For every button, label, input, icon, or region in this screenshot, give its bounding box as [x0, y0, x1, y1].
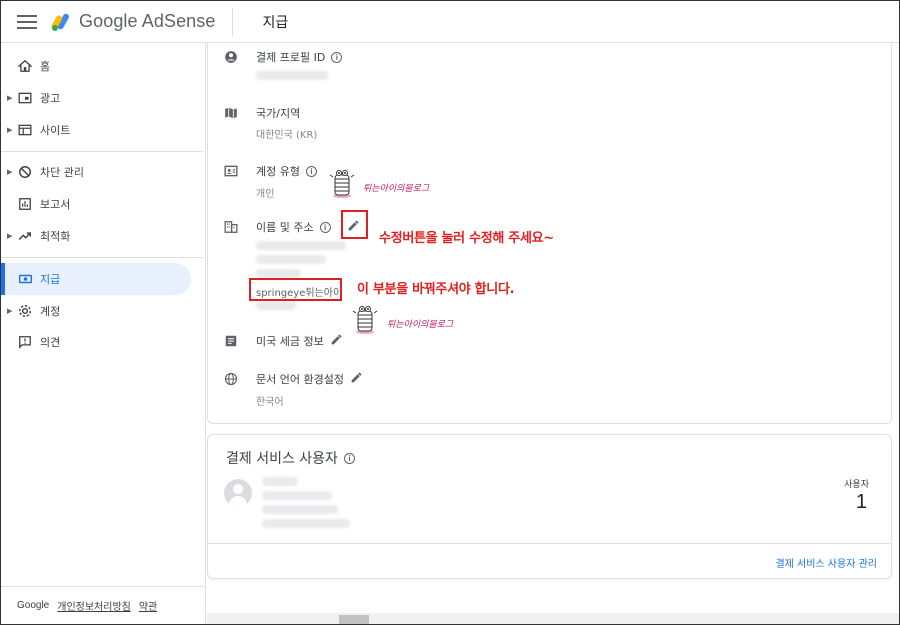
expand-caret-icon[interactable]: ▶ [7, 94, 12, 102]
field-label: 계정 유형 i [256, 163, 317, 179]
sidebar-item-ads[interactable]: ▶ 광고 [1, 83, 191, 113]
expand-caret-icon[interactable]: ▶ [7, 126, 12, 134]
country-label: 국가/지역 [256, 107, 301, 120]
sidebar-item-label: 최적화 [40, 230, 71, 243]
sidebar-item-blocking[interactable]: ▶ 차단 관리 [1, 157, 191, 187]
info-icon[interactable]: i [343, 452, 355, 464]
manage-payment-users-link[interactable]: 결제 서비스 사용자 관리 [775, 555, 877, 570]
user-count: 1 [855, 491, 867, 513]
gear-icon [17, 303, 33, 319]
mascot-sticker-image [352, 306, 378, 334]
account-type-value: 개인 [256, 189, 275, 200]
sidebar-item-label: 차단 관리 [40, 166, 84, 179]
sidebar-item-feedback[interactable]: 의견 [1, 327, 191, 357]
us-tax-label: 미국 세금 정보 [256, 335, 324, 348]
address-line-redacted [256, 255, 326, 267]
address-line-redacted [256, 301, 296, 313]
header-divider [231, 7, 233, 36]
payments-icon [17, 271, 33, 287]
sidebar-item-sites[interactable]: ▶ 사이트 [1, 115, 191, 145]
sidebar-footer: Google 개인정보처리방침 약관 [1, 586, 205, 624]
horizontal-scrollbar[interactable] [207, 613, 899, 624]
top-app-bar: Google AdSense 지급 [1, 1, 899, 43]
info-icon[interactable]: i [331, 51, 343, 63]
account-type-label: 계정 유형 [256, 165, 300, 178]
annotation-change-hint: 이 부분을 바꿔주셔야 합니다. [357, 282, 515, 297]
sidebar-item-label: 홈 [40, 60, 51, 73]
terms-link[interactable]: 약관 [139, 598, 157, 613]
info-icon[interactable]: i [305, 165, 317, 177]
annotation-highlight-name [249, 278, 342, 301]
payment-users-title: 결제 서비스 사용자 [226, 451, 338, 467]
user-count-label: 사용자 [844, 480, 869, 490]
user-details-redacted [262, 477, 350, 528]
feedback-icon [17, 334, 33, 350]
sidebar-divider [1, 257, 203, 258]
country-value: 대한민국 (KR) [256, 130, 318, 141]
account-circle-icon [224, 49, 240, 65]
sidebar-item-payments[interactable]: 지급 [1, 263, 191, 295]
app-name: Google AdSense [79, 11, 216, 31]
sidebar-item-label: 사이트 [40, 124, 71, 137]
sidebar-item-label: 의견 [40, 336, 61, 349]
profile-id-value-redacted [256, 71, 328, 83]
profile-id-label: 결제 프로필 ID [256, 51, 326, 64]
google-brand: Google [17, 600, 50, 611]
sidebar-item-reports[interactable]: 보고서 [1, 189, 191, 219]
field-label: 미국 세금 정보 [256, 333, 343, 349]
home-icon [17, 58, 33, 74]
business-icon [224, 219, 240, 235]
payment-users-card: 결제 서비스 사용자 i 사용자 1 결제 서비스 사용자 관리 [207, 434, 892, 579]
expand-caret-icon[interactable]: ▶ [7, 168, 12, 176]
document-icon [224, 333, 240, 349]
sidebar-item-home[interactable]: 홈 [1, 51, 191, 81]
scrollbar-thumb[interactable] [339, 615, 369, 624]
adsense-logo-icon [51, 13, 69, 31]
annotation-edit-hint: 수정버튼을 눌러 수정해 주세요~ [379, 231, 554, 246]
sidebar-divider [1, 151, 203, 152]
reports-icon [17, 196, 33, 212]
language-label: 문서 언어 환경설정 [256, 373, 344, 386]
badge-icon [224, 163, 240, 179]
sidebar-item-label: 광고 [40, 92, 61, 105]
sidebar-item-optimization[interactable]: ▶ 최적화 [1, 221, 191, 251]
sidebar-item-label: 계정 [40, 305, 61, 318]
address-line-redacted [256, 241, 346, 253]
field-label: 결제 프로필 ID i [256, 49, 343, 65]
expand-caret-icon[interactable]: ▶ [7, 232, 12, 240]
info-icon[interactable]: i [319, 221, 331, 233]
page-title: 지급 [262, 14, 289, 31]
expand-caret-icon[interactable]: ▶ [7, 307, 12, 315]
trending-up-icon [17, 228, 33, 244]
block-icon [17, 164, 33, 180]
sidebar-item-label: 지급 [40, 273, 61, 286]
avatar [224, 479, 252, 507]
adsense-logo[interactable]: Google AdSense [51, 11, 216, 32]
sites-icon [17, 122, 33, 138]
edit-pencil-icon[interactable] [350, 371, 363, 387]
card-title: 결제 서비스 사용자 i [226, 448, 355, 468]
map-icon [224, 105, 240, 121]
globe-icon [224, 371, 240, 387]
sidebar-item-label: 보고서 [40, 198, 71, 211]
field-label: 문서 언어 환경설정 [256, 371, 363, 387]
sidebar: 홈 ▶ 광고 ▶ 사이트 ▶ 차단 관리 보고서 ▶ 최적화 지급 ▶ 계정 의… [1, 43, 206, 624]
menu-icon[interactable] [17, 14, 37, 29]
annotation-highlight-edit [341, 210, 368, 239]
blog-signature: 튀는아이의블로그 [387, 320, 454, 330]
sidebar-item-account[interactable]: ▶ 계정 [1, 296, 191, 326]
edit-pencil-icon[interactable] [330, 333, 343, 349]
language-value: 한국어 [256, 397, 284, 408]
name-address-label: 이름 및 주소 [256, 221, 314, 234]
privacy-policy-link[interactable]: 개인정보처리방침 [57, 598, 131, 613]
mascot-sticker-image [329, 170, 355, 198]
card-divider [208, 543, 891, 544]
ads-icon [17, 90, 33, 106]
blog-signature: 튀는아이의블로그 [363, 184, 430, 194]
